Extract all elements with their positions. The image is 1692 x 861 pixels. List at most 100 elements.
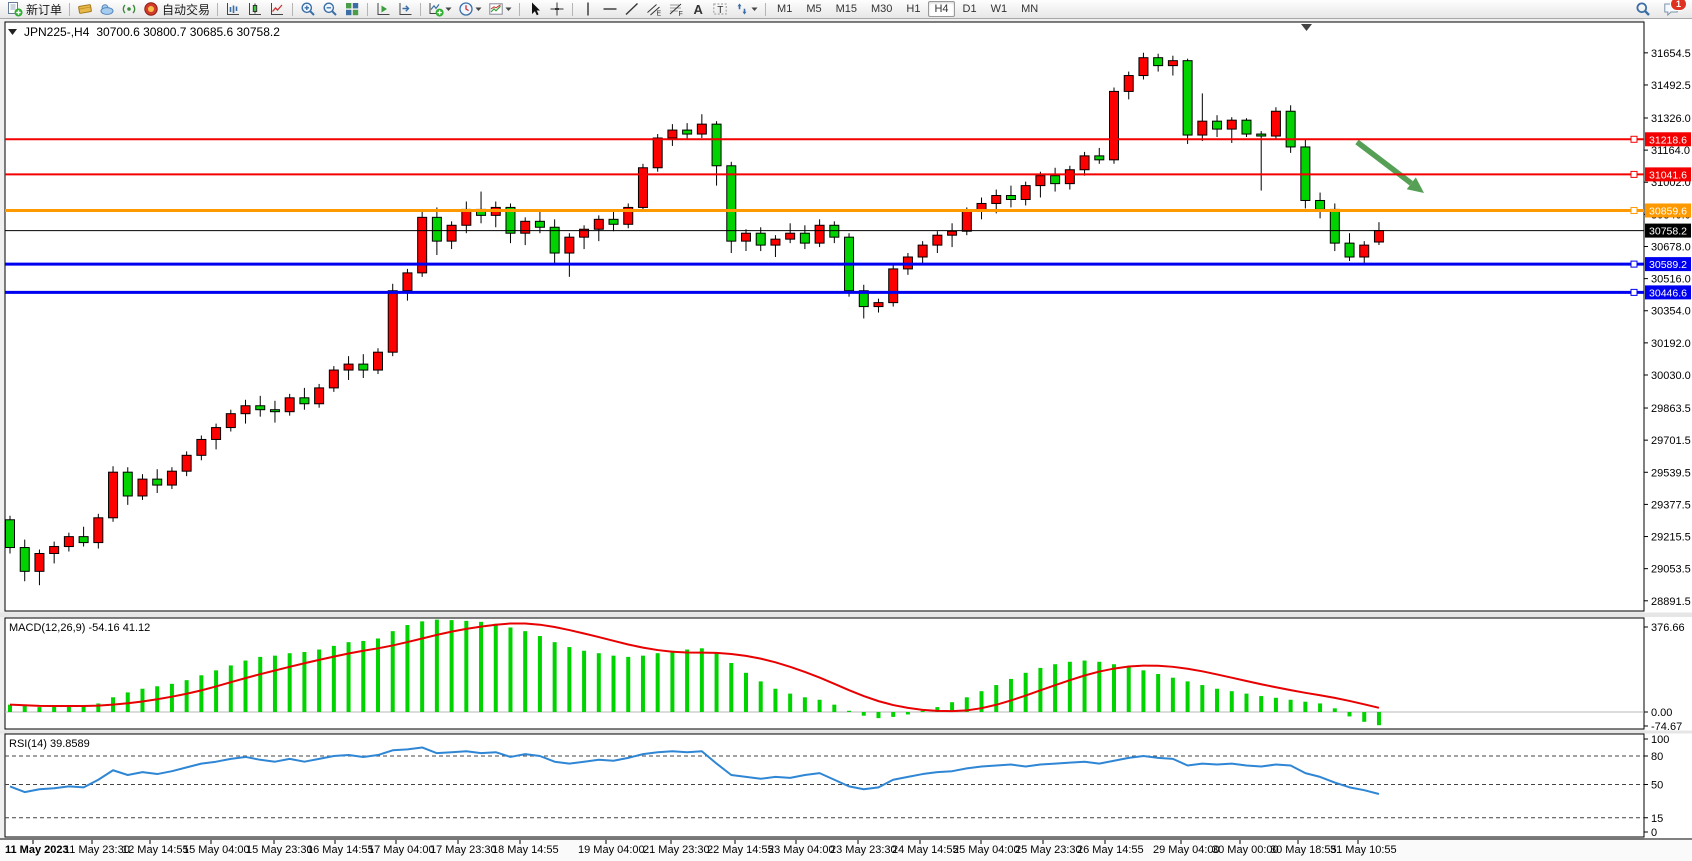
- chart-window: 31654.531492.531326.031164.031002.030840…: [0, 19, 1692, 861]
- time-axis-label: 21 May 23:30: [643, 844, 710, 856]
- timeframe-d1-button[interactable]: D1: [957, 1, 983, 17]
- price-tick-label: 31492.5: [1651, 80, 1691, 92]
- toolbar-separator: [217, 3, 218, 16]
- arrows-button[interactable]: [732, 1, 760, 18]
- cursor-button[interactable]: [525, 1, 545, 18]
- channel-icon: E: [646, 1, 662, 17]
- timeframe-mn-button[interactable]: MN: [1015, 1, 1044, 17]
- vertical-line-button[interactable]: [578, 1, 598, 18]
- auto-scroll-button[interactable]: [373, 1, 393, 18]
- time-axis-label: 16 May 14:55: [307, 844, 374, 856]
- signals-button[interactable]: [119, 1, 139, 18]
- timeframe-m1-button[interactable]: M1: [771, 1, 798, 17]
- cursor-icon: [527, 1, 543, 17]
- svg-text:T: T: [717, 5, 723, 16]
- arrows-icon: [734, 1, 750, 17]
- indicators-button[interactable]: [426, 1, 454, 18]
- tile-windows-button[interactable]: [342, 1, 362, 18]
- bar-chart-button[interactable]: [223, 1, 243, 18]
- chart-canvas[interactable]: 31654.531492.531326.031164.031002.030840…: [0, 19, 1692, 861]
- cloud-icon: [99, 1, 115, 17]
- notifications-button[interactable]: 1: [1661, 1, 1681, 18]
- line-chart-button[interactable]: [267, 1, 287, 18]
- new-order-icon: [7, 1, 23, 17]
- timeframe-m5-button[interactable]: M5: [800, 1, 827, 17]
- macd-axis-label: -74.67: [1651, 721, 1682, 733]
- one-click-trading-toggle[interactable]: [8, 28, 17, 36]
- line-chart-icon: [269, 1, 285, 17]
- price-line-value: 31218.6: [1649, 134, 1687, 146]
- rsi-axis-label: 50: [1651, 780, 1663, 792]
- timeframe-h1-button[interactable]: H1: [900, 1, 926, 17]
- text-label-button[interactable]: T: [710, 1, 730, 18]
- rsi-axis-label: 80: [1651, 751, 1663, 763]
- trendline-button[interactable]: [622, 1, 642, 18]
- price-tick-label: 29701.5: [1651, 435, 1691, 447]
- new-order-button[interactable]: 新订单: [5, 1, 64, 18]
- timeframe-m30-button[interactable]: M30: [865, 1, 898, 17]
- macd-axis-label: 376.66: [1651, 622, 1685, 634]
- search-button[interactable]: [1633, 1, 1653, 18]
- chart-shift-button[interactable]: [395, 1, 415, 18]
- dropdown-caret-icon: [751, 1, 758, 17]
- price-tick-label: 30678.0: [1651, 241, 1691, 253]
- price-tick-label: 29053.5: [1651, 564, 1691, 576]
- timeframe-w1-button[interactable]: W1: [985, 1, 1014, 17]
- toolbar-separator: [420, 3, 421, 16]
- time-axis-label: 23 May 04:00: [768, 844, 835, 856]
- price-tick-label: 31654.5: [1651, 48, 1691, 60]
- fibo-icon: F: [668, 1, 684, 17]
- price-line-value: 30758.2: [1649, 226, 1687, 238]
- main-chart-panel[interactable]: [5, 22, 1644, 611]
- price-tick-label: 29539.5: [1651, 467, 1691, 479]
- price-tick-label: 29863.5: [1651, 403, 1691, 415]
- zoom-out-button[interactable]: [320, 1, 340, 18]
- time-axis-label: 25 May 23:30: [1015, 844, 1082, 856]
- crosshair-icon: [549, 1, 565, 17]
- rsi-axis-label: 100: [1651, 734, 1669, 746]
- time-axis-label: 12 May 14:55: [122, 844, 189, 856]
- toolbar-separator: [765, 3, 766, 16]
- timeframe-m15-button[interactable]: M15: [830, 1, 863, 17]
- community-button[interactable]: [97, 1, 117, 18]
- templates-button[interactable]: [486, 1, 514, 18]
- rsi-panel[interactable]: [5, 734, 1644, 837]
- fibonacci-button[interactable]: F: [666, 1, 686, 18]
- market-watch-button[interactable]: [75, 1, 95, 18]
- panel-splitter[interactable]: [0, 731, 1692, 734]
- rsi-label: RSI(14) 39.8589: [9, 738, 90, 750]
- vline-icon: [580, 1, 596, 17]
- horizontal-line-button[interactable]: [600, 1, 620, 18]
- chart-symbol-period: JPN225-,H4: [24, 25, 89, 39]
- time-axis-label: 23 May 23:30: [830, 844, 897, 856]
- svg-text:E: E: [657, 11, 662, 18]
- timeframe-h4-button[interactable]: H4: [928, 1, 954, 17]
- rsi-axis-label: 15: [1651, 813, 1663, 825]
- text-icon: A: [690, 1, 706, 17]
- dropdown-caret-icon: [475, 1, 482, 17]
- panel-splitter[interactable]: [0, 613, 1692, 618]
- price-tick-label: 30354.0: [1651, 306, 1691, 318]
- template-icon: [488, 1, 504, 17]
- crosshair-button[interactable]: [547, 1, 567, 18]
- price-tick-label: 30192.0: [1651, 338, 1691, 350]
- auto-trading-button[interactable]: 自动交易: [141, 1, 212, 18]
- equidistant-channel-button[interactable]: E: [644, 1, 664, 18]
- new-order-button-label: 新订单: [26, 1, 62, 18]
- candle-chart-button[interactable]: [245, 1, 265, 18]
- toolbar-separator: [572, 3, 573, 16]
- zoom-in-button[interactable]: [298, 1, 318, 18]
- toolbar-separator: [69, 3, 70, 16]
- svg-text:A: A: [694, 2, 704, 17]
- tile-icon: [344, 1, 360, 17]
- chart-title: JPN225-,H4 30700.6 30800.7 30685.6 30758…: [8, 25, 280, 39]
- search-icon: [1635, 1, 1651, 17]
- zoom-out-icon: [322, 1, 338, 17]
- periods-button[interactable]: [456, 1, 484, 18]
- price-tick-label: 31164.0: [1651, 145, 1690, 157]
- time-axis-label: 30 May 18:55: [1270, 844, 1337, 856]
- time-axis-label: 30 May 00:00: [1212, 844, 1279, 856]
- price-line-value: 30859.6: [1649, 205, 1687, 217]
- text-button[interactable]: A: [688, 1, 708, 18]
- macd-axis-label: 0.00: [1651, 707, 1672, 719]
